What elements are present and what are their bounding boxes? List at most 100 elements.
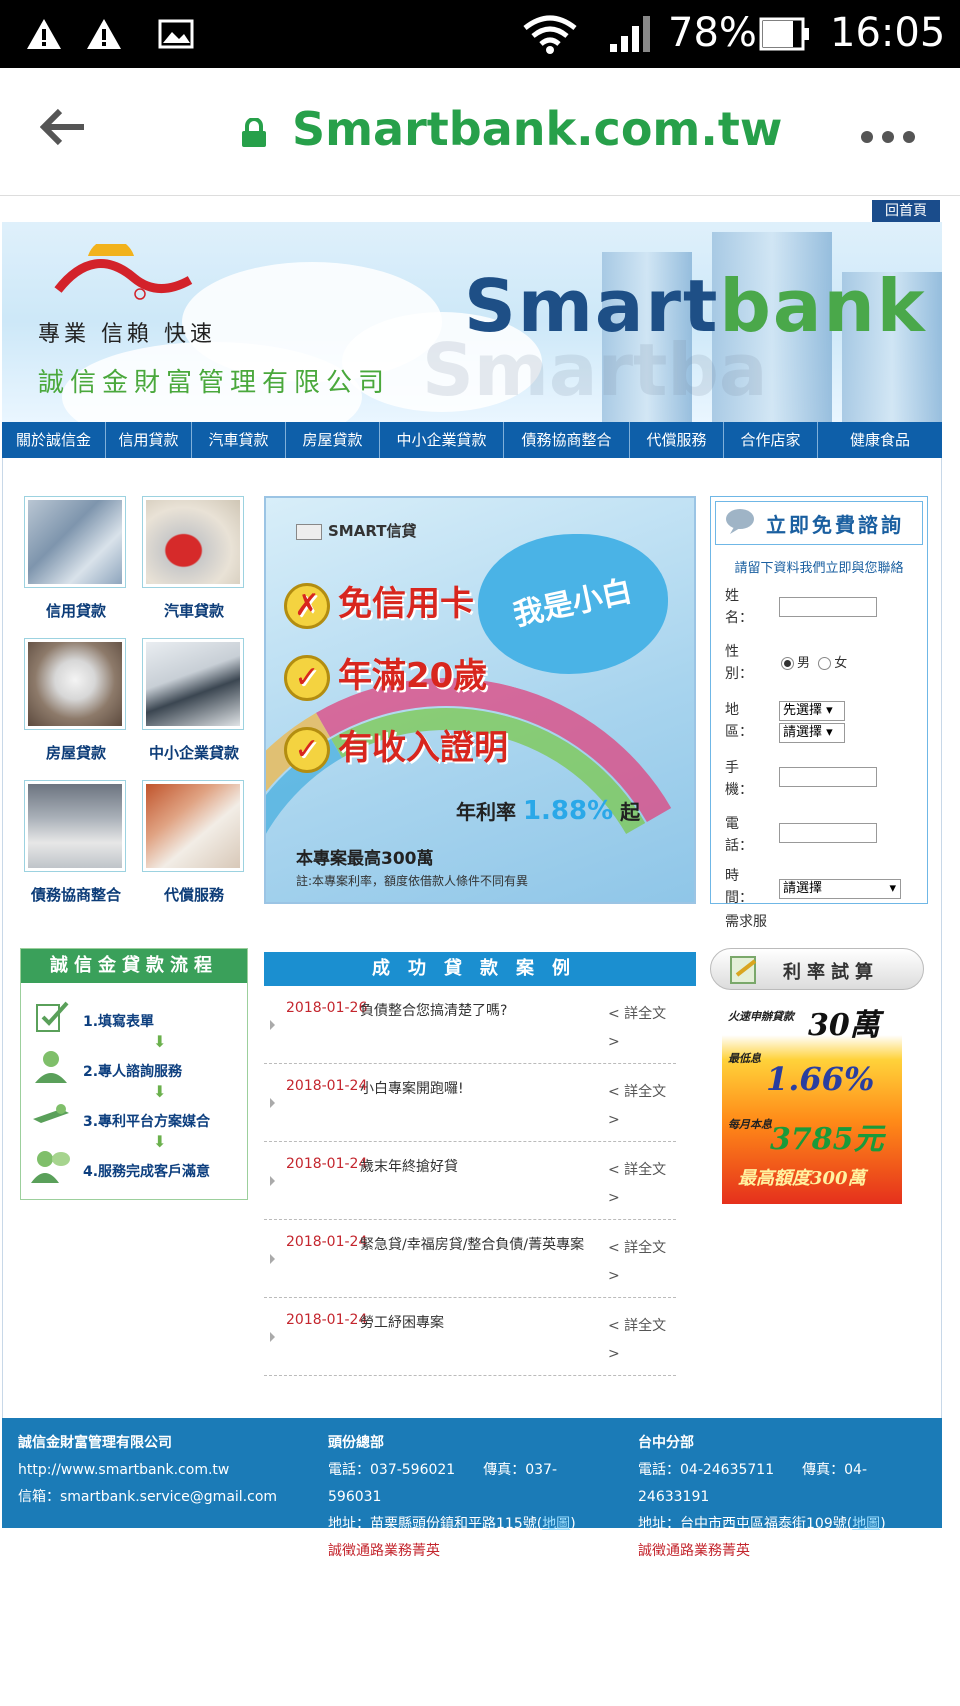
read-more-link[interactable]: < 詳全文 > <box>608 1234 678 1290</box>
nav-item-partners[interactable]: 合作店家 <box>724 422 818 458</box>
case-title[interactable]: 緊急貸/幸福房貸/整合負債/菁英專案 <box>360 1234 584 1254</box>
read-more-link[interactable]: < 詳全文 > <box>608 1156 678 1212</box>
loan-process: 誠信金貸款流程 1.填寫表單 ⬇ 2.專人諮詢服務 ⬇ 3.專利平台方案媒合 ⬇… <box>20 948 248 1200</box>
mobile-input[interactable] <box>779 767 877 787</box>
tile-label[interactable]: 信用貸款 <box>24 600 128 621</box>
consult-title: 立即免費諮詢 <box>715 501 923 545</box>
tile-label[interactable]: 房屋貸款 <box>24 742 128 763</box>
case-date: 2018-01-26 <box>286 1000 368 1016</box>
footer-tc-recruit[interactable]: 誠徵通路業務菁英 <box>638 1538 918 1565</box>
clock: 16:05 <box>830 10 946 56</box>
documents-image[interactable] <box>24 780 126 872</box>
tile-debt-consolidation[interactable]: 債務協商整合 <box>24 780 128 905</box>
gender-female-radio[interactable] <box>818 657 832 670</box>
credit-cards-image[interactable] <box>24 496 126 588</box>
footer-company-name: 誠信金財富管理有限公司 <box>18 1435 172 1451</box>
warning-icon <box>24 14 64 54</box>
gender-options: 男 女 <box>781 653 847 675</box>
url-text[interactable]: Smartbank.com.tw <box>292 102 782 156</box>
tile-label[interactable]: 汽車貸款 <box>142 600 246 621</box>
promo-rate: 年利率 1.88% 起 <box>456 796 641 826</box>
nav-item-health-food[interactable]: 健康食品 <box>818 422 942 458</box>
case-title[interactable]: 勞工紓困專案 <box>360 1312 444 1332</box>
company-name: 誠信金財富管理有限公司 <box>38 368 391 398</box>
business-image[interactable] <box>142 638 244 730</box>
case-item[interactable]: 2018-01-24 小白專案開跑囉! < 詳全文 > <box>264 1064 676 1142</box>
read-more-link[interactable]: < 詳全文 > <box>608 1000 678 1056</box>
nav-item-about[interactable]: 關於誠信金 <box>2 422 106 458</box>
down-arrow-icon: ⬇ <box>153 1032 167 1051</box>
area-select-city[interactable]: 先選擇 ▾ <box>779 701 845 721</box>
map-link[interactable]: 地圖 <box>542 1516 570 1532</box>
case-item[interactable]: 2018-01-24 歲末年終搶好貸 < 詳全文 > <box>264 1142 676 1220</box>
map-link[interactable]: 地圖 <box>852 1516 880 1532</box>
rate-calculator-button[interactable]: 利率試算 <box>710 948 924 990</box>
signing-image[interactable] <box>142 780 244 872</box>
nav-item-debt-consolidation[interactable]: 債務協商整合 <box>504 422 630 458</box>
footer-company: 誠信金財富管理有限公司 http://www.smartbank.com.tw … <box>18 1430 288 1511</box>
status-bar: 78% 16:05 <box>0 0 960 68</box>
nav-item-credit-loan[interactable]: 信用貸款 <box>106 422 192 458</box>
case-date: 2018-01-24 <box>286 1156 368 1172</box>
read-more-link[interactable]: < 詳全文 > <box>608 1312 678 1368</box>
slogan: 專業 信賴 快速 <box>38 322 216 347</box>
tile-sme-loan[interactable]: 中小企業貸款 <box>142 638 246 763</box>
case-title[interactable]: 小白專案開跑囉! <box>360 1078 464 1098</box>
gender-male-radio[interactable] <box>781 657 794 670</box>
browser-url-bar: Smartbank.com.tw <box>0 68 960 196</box>
car-image[interactable] <box>142 496 244 588</box>
smart-loan-promo[interactable]: SMART信貸 我是小白 ✗ 免信用卡 ✓ 年滿20歲 ✓ 有收入證明 年利率 1.8… <box>264 496 696 904</box>
time-select[interactable]: 請選擇 ▾ <box>779 879 901 899</box>
case-date: 2018-01-24 <box>286 1078 368 1094</box>
footer-tc-phone: 電話：04-24635711 傳真：04-24633191 <box>638 1462 867 1505</box>
tile-label[interactable]: 代償服務 <box>142 884 246 905</box>
case-item[interactable]: 2018-01-24 緊急貸/幸福房貸/整合負債/菁英專案 < 詳全文 > <box>264 1220 676 1298</box>
footer-url[interactable]: http://www.smartbank.com.tw <box>18 1457 288 1484</box>
home-link[interactable]: 回首頁 <box>872 200 940 222</box>
success-cases-title: 成功貸款案例 <box>264 952 696 986</box>
credit-card-icon <box>296 523 322 540</box>
promo-item-age: ✓ 年滿20歲 <box>284 648 487 701</box>
more-icon[interactable] <box>860 108 920 154</box>
tile-label[interactable]: 中小企業貸款 <box>142 742 246 763</box>
header-banner: 專業 信賴 快速 誠信金財富管理有限公司 Smartba Smartbank <box>2 222 942 422</box>
promo-note: 註:本專案利率，額度依借款人條件不同有異 <box>296 874 529 888</box>
page-footer: 誠信金財富管理有限公司 http://www.smartbank.com.tw … <box>2 1418 942 1559</box>
promo-item-income: ✓ 有收入證明 <box>284 720 508 773</box>
need-label: 需求服 <box>725 914 767 930</box>
nav-item-car-loan[interactable]: 汽車貸款 <box>192 422 286 458</box>
back-arrow-icon[interactable] <box>39 106 90 156</box>
tile-repayment[interactable]: 代償服務 <box>142 780 246 905</box>
tile-label[interactable]: 債務協商整合 <box>24 884 128 905</box>
area-select-district[interactable]: 請選擇 ▾ <box>779 723 845 743</box>
success-cases: 成功貸款案例 2018-01-26 負債整合您搞清楚了嗎? < 詳全文 > 20… <box>264 952 696 1376</box>
case-title[interactable]: 負債整合您搞清楚了嗎? <box>360 1000 507 1020</box>
name-input[interactable] <box>779 597 877 617</box>
nav-item-repayment[interactable]: 代償服務 <box>630 422 724 458</box>
case-item[interactable]: 2018-01-24 勞工紓困專案 < 詳全文 > <box>264 1298 676 1376</box>
promo-item-no-credit-card: ✗ 免信用卡 <box>284 576 474 629</box>
tile-credit-loan[interactable]: 信用貸款 <box>24 496 128 621</box>
case-title[interactable]: 歲末年終搶好貸 <box>360 1156 458 1176</box>
case-item[interactable]: 2018-01-26 負債整合您搞清楚了嗎? < 詳全文 > <box>264 986 676 1064</box>
rate-promo-ad[interactable]: 火速申辦貸款 30萬 最低息 1.66% 每月本息 3785元 最高額度300萬 <box>722 998 902 1204</box>
footer-email[interactable]: 信箱：smartbank.service@gmail.com <box>18 1484 288 1511</box>
nav-item-house-loan[interactable]: 房屋貸款 <box>286 422 380 458</box>
battery-icon <box>758 14 812 54</box>
nav-item-sme-loan[interactable]: 中小企業貸款 <box>380 422 504 458</box>
house-image[interactable] <box>24 638 126 730</box>
gender-label: 性別： <box>725 644 753 682</box>
tile-car-loan[interactable]: 汽車貸款 <box>142 496 246 621</box>
name-label: 姓名： <box>725 588 753 626</box>
consultant-icon <box>31 1049 71 1083</box>
footer-hq-recruit[interactable]: 誠徵通路業務菁英 <box>328 1538 598 1565</box>
cross-icon: ✗ <box>284 582 330 629</box>
image-icon <box>156 14 196 54</box>
phone-input[interactable] <box>779 823 877 843</box>
company-logo <box>54 238 194 314</box>
mobile-label: 手機： <box>725 760 753 798</box>
tile-house-loan[interactable]: 房屋貸款 <box>24 638 128 763</box>
read-more-link[interactable]: < 詳全文 > <box>608 1078 678 1134</box>
consult-form: 立即免費諮詢 請留下資料我們立即與您聯絡 姓名： 性別： 男 女 地區： 先選擇… <box>710 496 928 930</box>
area-label: 地區： <box>725 702 753 740</box>
